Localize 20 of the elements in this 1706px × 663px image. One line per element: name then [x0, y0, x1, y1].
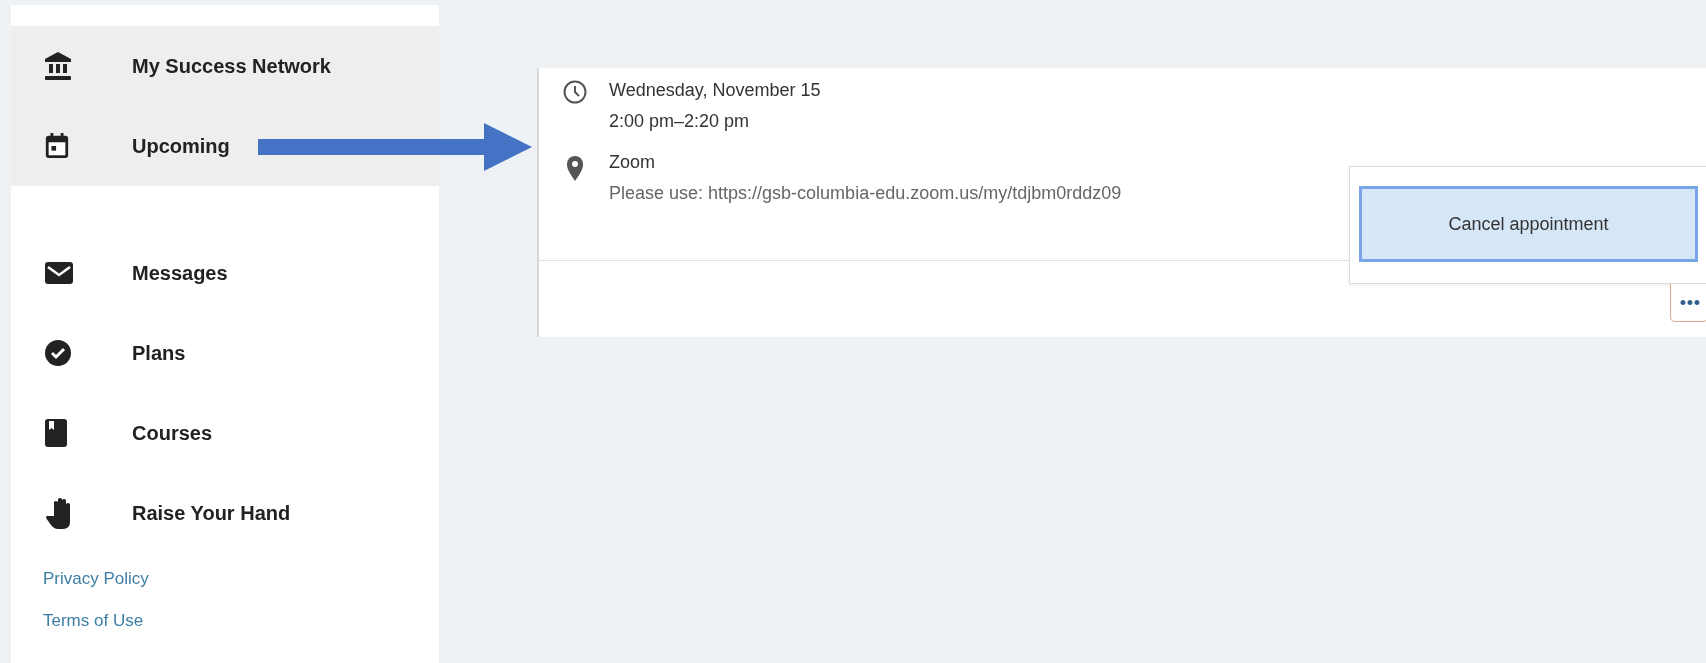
sidebar-item[interactable]: Upcoming: [11, 106, 439, 186]
sidebar-item[interactable]: Courses: [11, 393, 439, 473]
sidebar-item[interactable]: Raise Your Hand: [11, 473, 439, 553]
more-button[interactable]: •••: [1670, 284, 1706, 322]
bank-icon: [44, 51, 72, 81]
sidebar-item[interactable]: Messages: [11, 233, 439, 313]
cancel-appointment-item[interactable]: Cancel appointment: [1359, 186, 1698, 262]
footer-link[interactable]: Terms of Use: [43, 611, 144, 631]
footer-link[interactable]: Privacy Policy: [43, 569, 149, 589]
check-circle-icon: [44, 339, 72, 367]
book-icon: [44, 418, 68, 448]
calendar-icon: [44, 132, 70, 160]
appointment-date: Wednesday, November 15: [609, 80, 821, 101]
appointment-time: 2:00 pm–2:20 pm: [609, 111, 751, 132]
envelope-icon: [44, 261, 74, 285]
location-name: Zoom: [609, 152, 656, 173]
sidebar-item[interactable]: Plans: [11, 313, 439, 393]
sidebar-item[interactable]: My Success Network: [11, 26, 439, 106]
location-note: Please use: https://gsb-columbia-edu.zoom.us/my/tdjbm0rddz09: [609, 183, 1122, 204]
clock-icon: [563, 80, 587, 104]
